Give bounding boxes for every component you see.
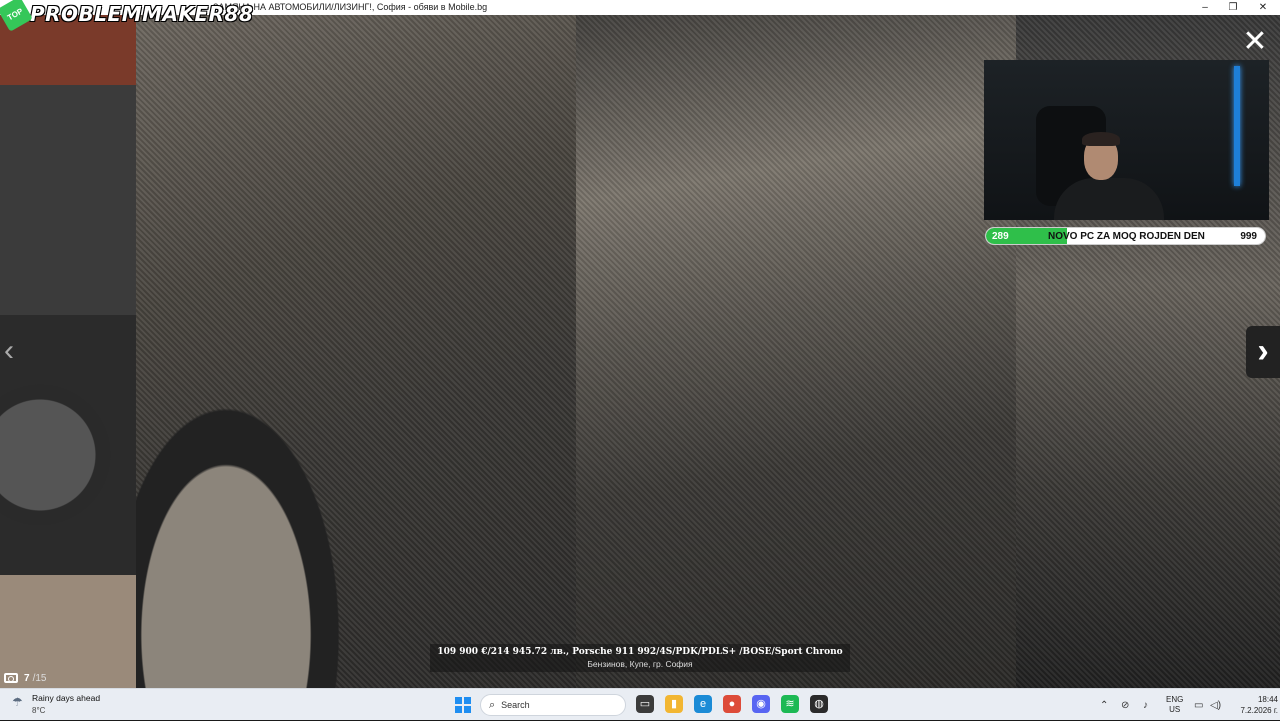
- close-window-button[interactable]: ✕: [1250, 0, 1276, 15]
- window-title: ЗАМЯНА НА АВТОМОБИЛИ/ЛИЗИНГ!, София - об…: [213, 2, 488, 12]
- search-icon: ⌕: [489, 698, 496, 711]
- maximize-button[interactable]: ❐: [1220, 0, 1246, 15]
- chrome-icon[interactable]: ●: [723, 695, 741, 713]
- gallery-close-button[interactable]: ✕: [1240, 27, 1270, 58]
- gallery-photo-center-left[interactable]: [136, 15, 576, 688]
- rain-cloud-icon: ☂: [12, 695, 23, 709]
- streamer-body: [1054, 178, 1164, 220]
- top-badge-icon: TOP: [0, 0, 33, 32]
- subgoal-target: 999: [1240, 231, 1257, 242]
- spotify-icon[interactable]: ≋: [781, 695, 799, 713]
- gallery-next-button[interactable]: ›: [1246, 326, 1280, 378]
- language-code: ENG: [1166, 695, 1184, 704]
- system-clock[interactable]: 18:44 7.2.2026 г.: [1238, 694, 1278, 716]
- gallery-photo-center-right[interactable]: [576, 15, 1016, 688]
- channel-name: PROBLEMMAKER88: [30, 2, 254, 26]
- clock-time: 18:44: [1257, 695, 1278, 704]
- display-icon[interactable]: ▭: [1194, 689, 1203, 721]
- gallery-prev-button[interactable]: ‹: [4, 336, 28, 368]
- photo-caption: 109 900 €/214 945.72 лв., Porsche 911 99…: [430, 644, 850, 672]
- stream-logo: TOP PROBLEMMAKER88: [0, 0, 254, 32]
- windows-taskbar: ☂ Rainy days ahead 8°C ⌕ Search ▭ ▮ e ● ◉ ≋ ◍ …: [0, 688, 1280, 720]
- photo-counter-current: 7: [24, 672, 30, 684]
- camera-icon: [4, 673, 18, 683]
- subgoal-label: NOVO PC ZA MOQ ROJDEN DEN: [1048, 231, 1205, 242]
- listing-details: Бензинов, Купе, гр. София: [587, 659, 693, 669]
- input-language[interactable]: ENG US: [1166, 695, 1183, 715]
- search-placeholder: Search: [501, 700, 530, 710]
- clock-date: 7.2.2026 г.: [1240, 706, 1278, 715]
- minimize-button[interactable]: –: [1192, 0, 1218, 15]
- tray-overflow-chevron-icon[interactable]: ⌃: [1100, 689, 1108, 721]
- weather-temperature: 8°C: [32, 706, 46, 715]
- file-explorer-icon[interactable]: ▮: [665, 695, 683, 713]
- taskbar-search[interactable]: ⌕ Search: [480, 694, 626, 716]
- subgoal-current: 289: [992, 231, 1009, 242]
- webcam-overlay: [984, 60, 1269, 220]
- network-off-icon[interactable]: ⊘: [1121, 689, 1129, 721]
- photo-counter: 7 /15: [0, 668, 46, 688]
- obs-icon[interactable]: ◍: [810, 695, 828, 713]
- edge-icon[interactable]: e: [694, 695, 712, 713]
- photo-counter-total: /15: [32, 672, 47, 684]
- streamer-hair: [1082, 132, 1120, 146]
- discord-icon[interactable]: ◉: [752, 695, 770, 713]
- led-light-strip: [1234, 66, 1240, 186]
- desktop-screen: ЗАМЯНА НА АВТОМОБИЛИ/ЛИЗИНГ!, София - об…: [0, 0, 1280, 720]
- task-view-icon[interactable]: ▭: [636, 695, 654, 713]
- microphone-icon[interactable]: ♪: [1143, 689, 1148, 721]
- volume-icon[interactable]: ◁): [1210, 689, 1221, 721]
- subgoal-bar: 289 NOVO PC ZA MOQ ROJDEN DEN 999: [985, 227, 1266, 245]
- windows-logo-icon: [455, 697, 462, 704]
- listing-title: 109 900 €/214 945.72 лв., Porsche 911 99…: [437, 647, 843, 657]
- weather-forecast: Rainy days ahead: [32, 693, 101, 703]
- keyboard-layout: US: [1169, 705, 1181, 714]
- start-button[interactable]: [455, 697, 471, 713]
- weather-widget[interactable]: ☂ Rainy days ahead 8°C: [12, 693, 100, 715]
